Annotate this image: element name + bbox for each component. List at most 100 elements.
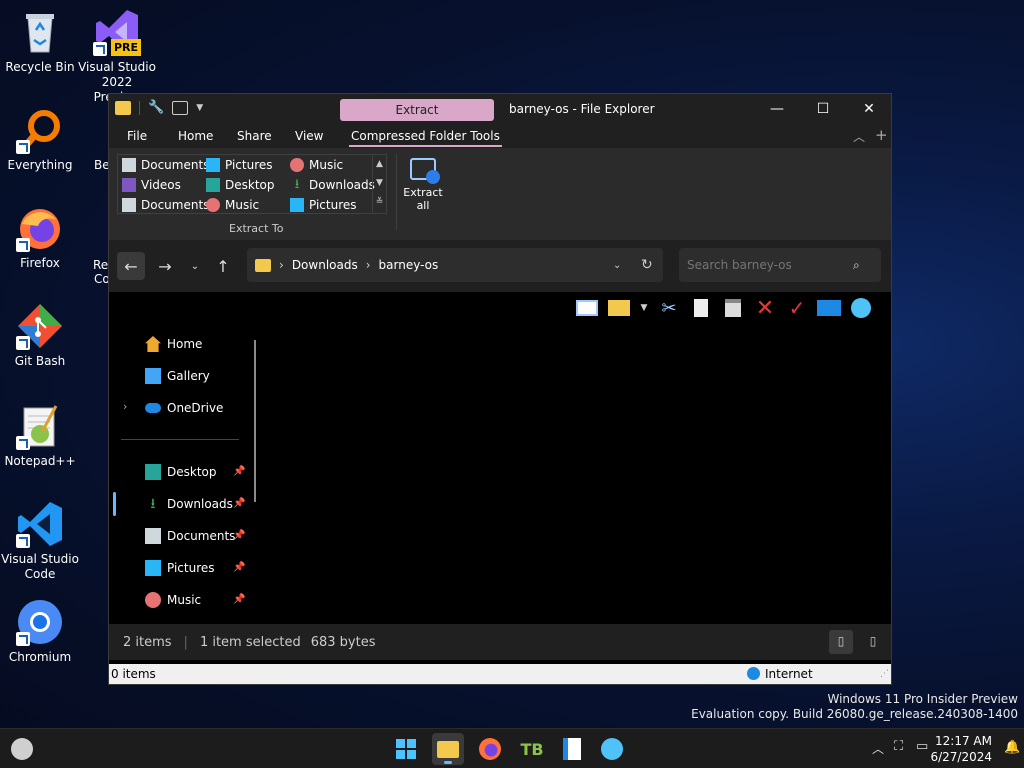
extract-all-icon [410, 158, 440, 184]
chevron-right-icon[interactable]: › [123, 400, 127, 413]
videos-icon [122, 178, 136, 192]
refresh-icon[interactable]: ↻ [641, 257, 653, 273]
desktop-icon-label: Firefox [20, 256, 60, 270]
tab-home[interactable]: Home [178, 129, 213, 143]
nav-item-gallery[interactable]: Gallery [145, 364, 210, 388]
nav-scrollbar[interactable] [254, 340, 256, 502]
taskbar-firefox[interactable] [474, 733, 506, 765]
notifications-icon[interactable]: 🔔 [1004, 740, 1020, 755]
nav-item-documents[interactable]: Documents [145, 524, 235, 548]
clock[interactable]: 12:17 AM 6/27/2024 [930, 733, 992, 765]
taskbar-app-tb[interactable]: TB [516, 733, 548, 765]
pin-icon[interactable]: 📌 [233, 562, 245, 573]
folder-icon [255, 258, 271, 272]
gallery-item[interactable]: Pictures [206, 156, 273, 174]
expand-gallery-icon[interactable]: ≚ [373, 193, 386, 212]
tiles-view-button[interactable]: ▯ [861, 630, 885, 654]
file-explorer-window[interactable]: 🔧 ▼ Extract barney-os - File Explorer — … [108, 93, 892, 685]
breadcrumb-barney-os[interactable]: barney-os [379, 258, 439, 272]
breadcrumb-separator-icon: › [279, 258, 284, 272]
context-tab-extract[interactable]: Extract [340, 99, 494, 121]
pin-icon[interactable]: 📌 [233, 498, 245, 509]
globe-icon[interactable] [849, 296, 873, 320]
address-bar[interactable]: › Downloads › barney-os ⌄ ↻ [247, 248, 663, 282]
recent-locations-button[interactable]: ⌄ [181, 252, 209, 280]
close-button[interactable]: ✕ [846, 94, 892, 124]
tab-compressed-folder-tools[interactable]: Compressed Folder Tools [349, 129, 502, 147]
collapse-ribbon-icon[interactable]: ︿ [853, 128, 865, 145]
resize-grip-icon[interactable]: ⋰ [880, 669, 889, 679]
chevron-down-icon[interactable]: ⌄ [613, 260, 621, 271]
nav-item-downloads[interactable]: ⭳ Downloads [145, 492, 233, 516]
pin-icon[interactable]: 📌 [233, 530, 245, 541]
forward-button[interactable]: → [151, 252, 179, 280]
new-folder-icon[interactable] [172, 100, 189, 115]
maximize-button[interactable]: ☐ [800, 94, 846, 124]
pictures-icon [290, 198, 304, 212]
gallery-item[interactable]: ⭳ Downloads [290, 176, 375, 194]
show-hidden-icons[interactable]: ︿ [872, 740, 884, 757]
chevron-down-icon[interactable]: ▼ [639, 296, 649, 320]
display-icon[interactable]: ▭ [916, 739, 928, 754]
nav-item-onedrive[interactable]: OneDrive [145, 396, 223, 420]
desktop-icon-firefox[interactable]: Firefox [0, 204, 80, 271]
desktop-icon-recycle-bin[interactable]: Recycle Bin [0, 8, 80, 75]
taskbar-app-document[interactable] [556, 733, 588, 765]
taskbar-file-explorer[interactable] [432, 733, 464, 765]
tab-share[interactable]: Share [237, 129, 272, 143]
desktop-icon-everything[interactable]: Everything [0, 106, 80, 173]
extract-all-button[interactable]: Extract all [399, 156, 447, 212]
cut-icon[interactable]: ✂ [657, 296, 681, 320]
copy-icon[interactable] [689, 296, 713, 320]
title-bar[interactable]: 🔧 ▼ Extract barney-os - File Explorer — … [109, 94, 891, 126]
properties-icon[interactable]: 🔧 [148, 100, 164, 115]
chevron-up-icon[interactable]: ▲ [373, 155, 386, 174]
gallery-item[interactable]: Documents [122, 156, 209, 174]
desktop-icon-git-bash[interactable]: Git Bash [0, 302, 80, 369]
extract-to-gallery[interactable]: Documents Pictures Music Videos Desktop … [117, 154, 387, 214]
desktop-icon-visual-studio-2022[interactable]: PRE Visual Studio 2022 Preview [77, 8, 157, 105]
folder-icon[interactable] [115, 100, 131, 115]
pin-icon[interactable]: 📌 [233, 466, 245, 477]
chevron-down-icon[interactable]: ▼ [373, 174, 386, 193]
music-icon [145, 592, 161, 608]
up-button[interactable]: ↑ [209, 252, 237, 280]
nav-item-label: Pictures [167, 561, 215, 575]
nav-item-home[interactable]: Home [145, 332, 202, 356]
preview-pane-icon[interactable] [575, 296, 599, 320]
gallery-item[interactable]: Music [290, 156, 343, 174]
mail-icon[interactable] [817, 296, 841, 320]
search-input[interactable] [679, 248, 881, 282]
gallery-scrollbar[interactable]: ▲ ▼ ≚ [372, 155, 386, 213]
folder-check-icon[interactable] [607, 296, 631, 320]
taskbar-app-globe[interactable] [596, 733, 628, 765]
start-button[interactable] [390, 733, 422, 765]
help-icon[interactable]: + [875, 126, 888, 144]
check-icon[interactable]: ✓ [785, 296, 809, 320]
desktop-icon-chromium[interactable]: Chromium [0, 598, 80, 665]
gallery-item[interactable]: Desktop [206, 176, 275, 194]
tab-view[interactable]: View [295, 129, 323, 143]
pin-icon[interactable]: 📌 [233, 594, 245, 605]
desktop-icon-vscode[interactable]: Visual Studio Code [0, 500, 80, 582]
gallery-item[interactable]: Documents [122, 196, 209, 214]
paste-icon[interactable] [721, 296, 745, 320]
delete-icon[interactable]: ✕ [753, 296, 777, 321]
gallery-item[interactable]: Videos [122, 176, 181, 194]
nav-item-desktop[interactable]: Desktop [145, 460, 217, 484]
nav-item-pictures[interactable]: Pictures [145, 556, 215, 580]
details-view-button[interactable]: ▯ [829, 630, 853, 654]
chevron-down-icon[interactable]: ▼ [196, 103, 203, 113]
nav-item-music[interactable]: Music [145, 588, 201, 612]
security-zone: Internet [765, 667, 813, 681]
minimize-button[interactable]: — [754, 94, 800, 124]
gallery-item[interactable]: Pictures [290, 196, 357, 214]
gallery-item[interactable]: Music [206, 196, 259, 214]
search-icon[interactable]: ⌕ [853, 258, 860, 273]
tab-file[interactable]: File [127, 129, 147, 143]
desktop-icon-notepad-plus-plus[interactable]: Notepad++ [0, 402, 80, 469]
breadcrumb-downloads[interactable]: Downloads [292, 258, 358, 272]
weather-widget[interactable] [6, 733, 38, 765]
network-icon[interactable]: ⛶ [894, 739, 903, 754]
back-button[interactable]: ← [117, 252, 145, 280]
